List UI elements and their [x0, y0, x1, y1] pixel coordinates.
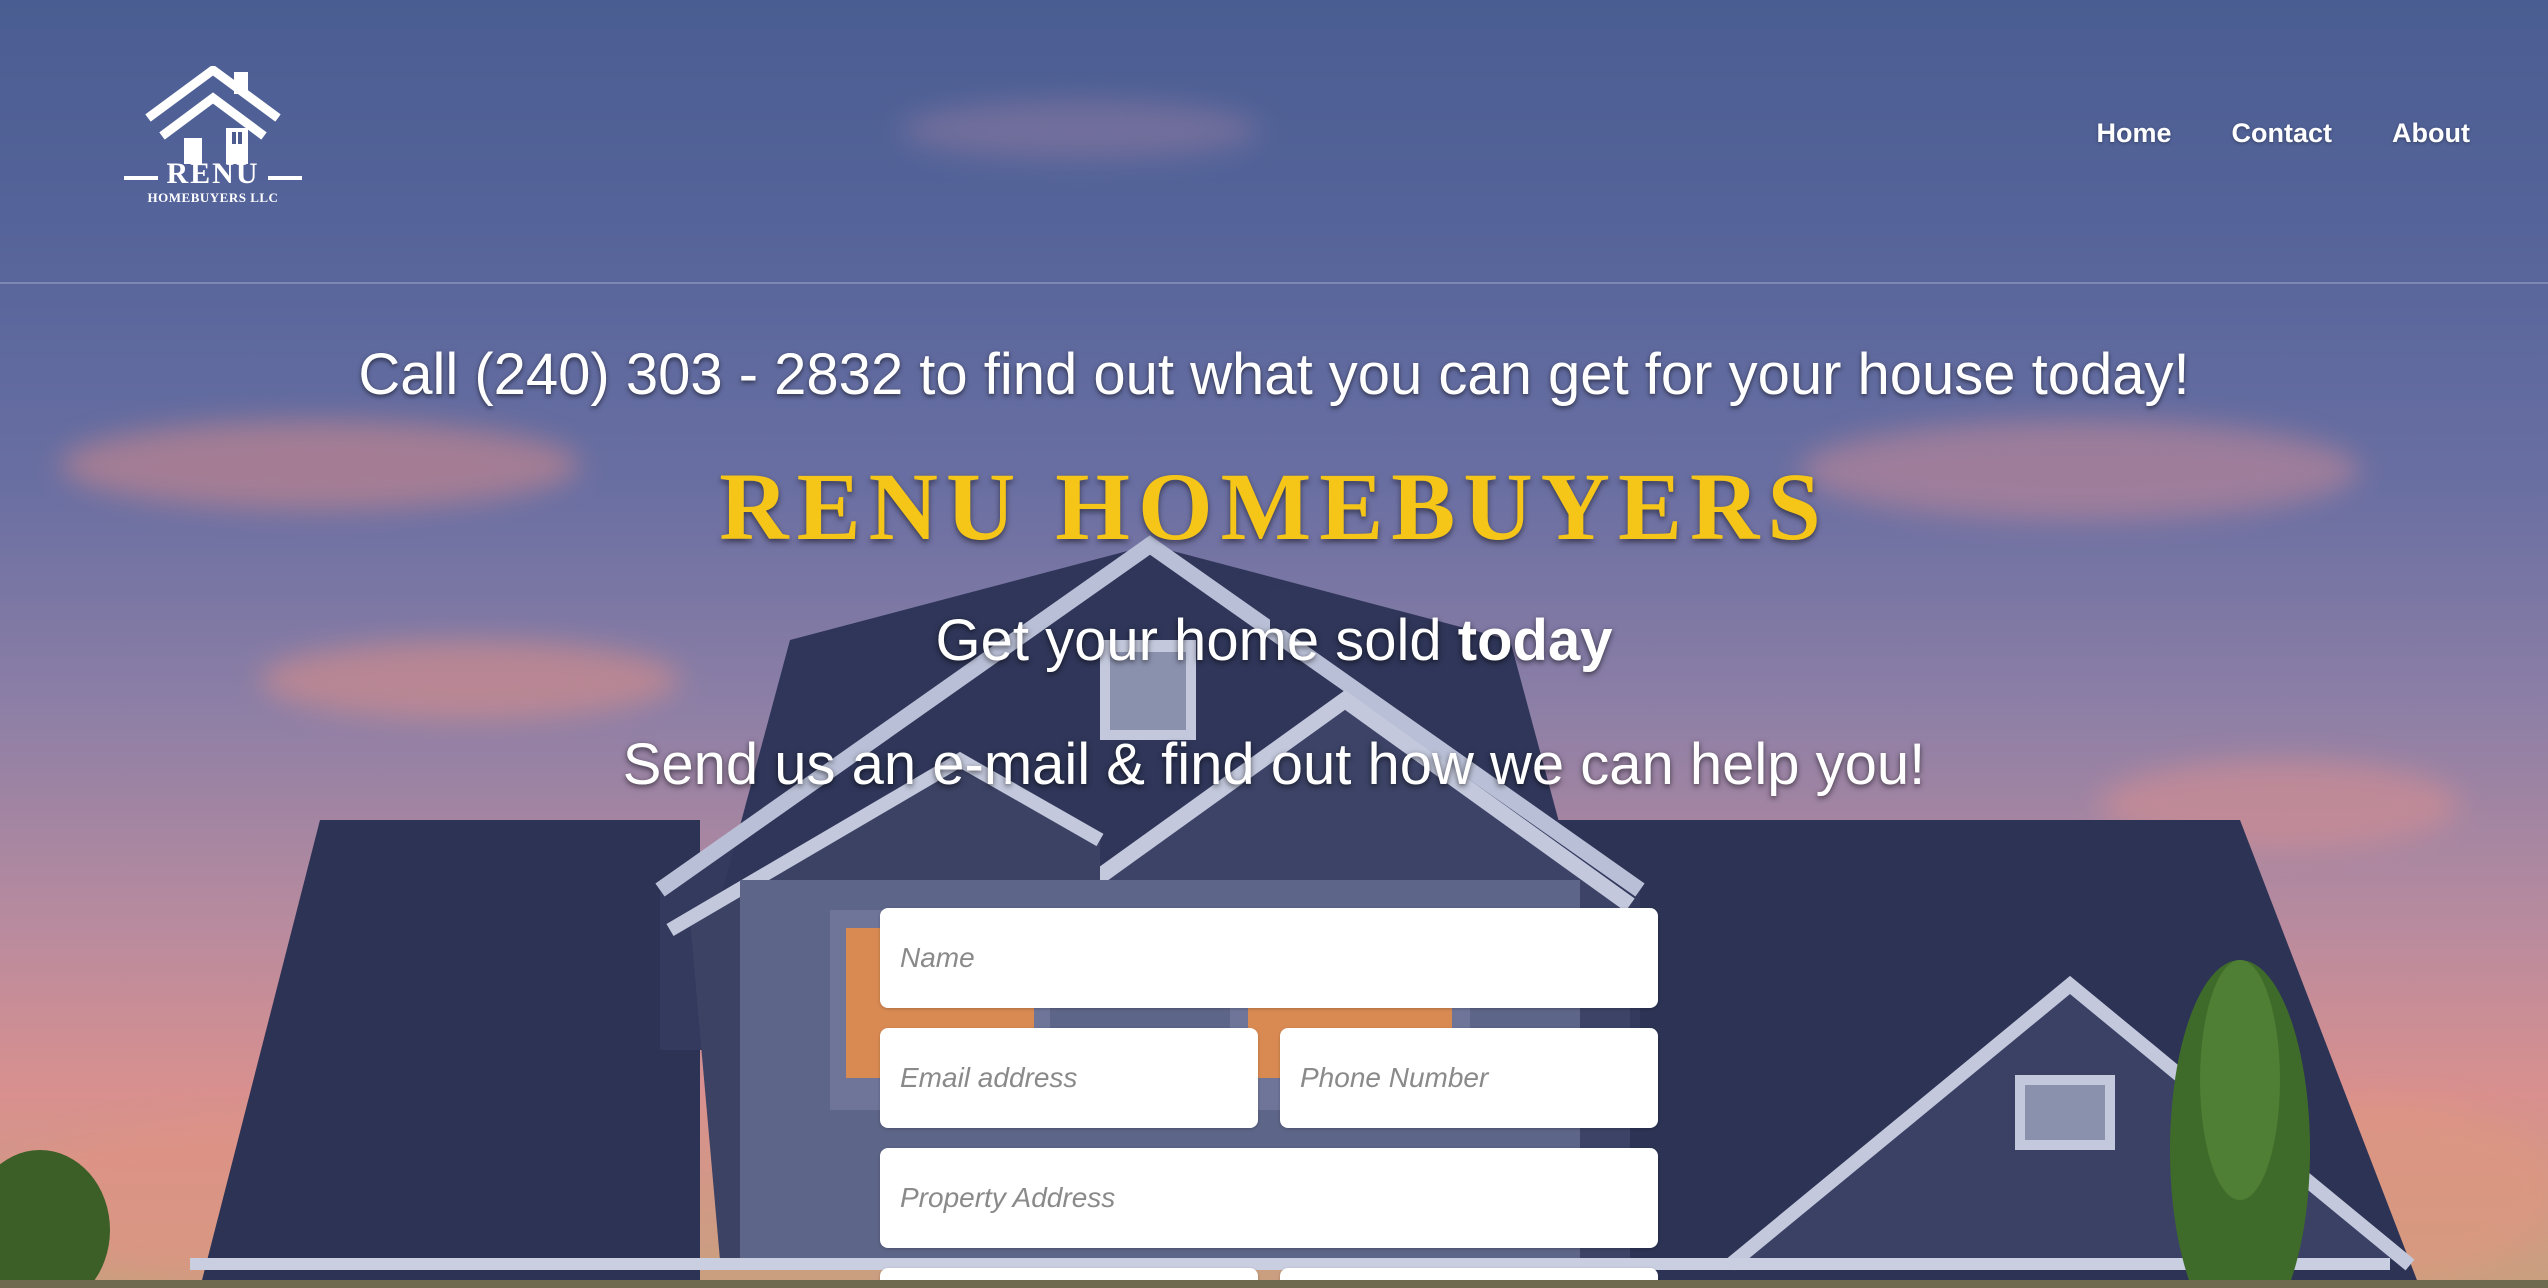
logo-wordmark: RENU	[166, 157, 260, 190]
main-nav: Home Contact About	[2097, 118, 2470, 149]
tagline-emphasis: today	[1457, 608, 1613, 673]
nav-home[interactable]: Home	[2097, 118, 2172, 149]
phone-input[interactable]	[1280, 1028, 1658, 1128]
name-input[interactable]	[880, 908, 1658, 1008]
tagline: Get your home sold today	[0, 606, 2548, 676]
nav-about[interactable]: About	[2392, 118, 2470, 149]
brand-title: RENU HOMEBUYERS	[719, 453, 1829, 560]
header-divider	[0, 282, 2548, 284]
nav-contact[interactable]: Contact	[2232, 118, 2333, 149]
house-icon	[145, 66, 281, 164]
logo-subtext: HOMEBUYERS LLC	[147, 190, 279, 205]
call-headline: Call (240) 303 - 2832 to find out what y…	[358, 342, 2190, 407]
page-bottom-edge	[0, 1280, 2548, 1288]
email-prompt: Send us an e-mail & find out how we can …	[622, 732, 1926, 797]
email-input[interactable]	[880, 1028, 1258, 1128]
tagline-prefix: Get your home sold	[935, 608, 1458, 673]
logo[interactable]: RENU HOMEBUYERS LLC	[122, 66, 304, 212]
logo-rule-right	[268, 176, 302, 180]
property-address-input[interactable]	[880, 1148, 1658, 1248]
